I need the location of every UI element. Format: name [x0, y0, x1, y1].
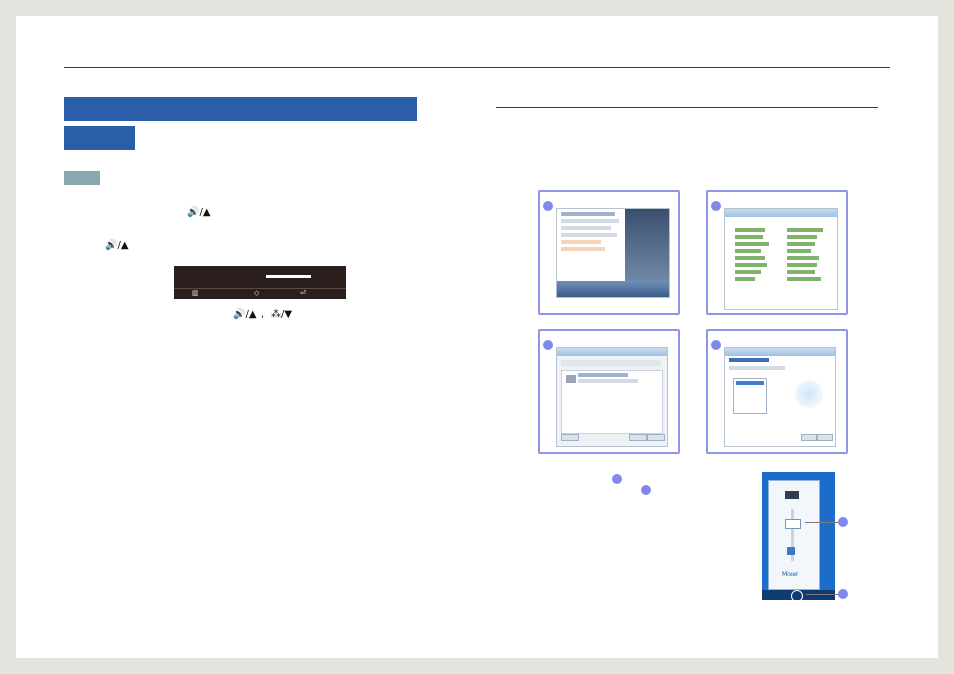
callout-line: [805, 522, 839, 523]
volume-tray-icon[interactable]: [791, 590, 803, 602]
mixer-link[interactable]: Mixer: [782, 571, 798, 578]
speaker-diagram: [795, 380, 823, 408]
speaker-setup-screenshot: [724, 347, 836, 447]
note-badge: [64, 171, 100, 185]
device-icon: [785, 491, 799, 499]
section-subtitle-tab: [64, 126, 135, 150]
osd-divider: [174, 288, 346, 289]
step-marker: [641, 485, 651, 495]
section-title-bar: [64, 97, 417, 121]
subsection-rule: [496, 107, 878, 108]
step-marker: [543, 201, 553, 211]
volume-down-icon: ⁂/▼: [271, 309, 293, 320]
step-marker: [838, 517, 848, 527]
exit-icon: ⏎: [300, 289, 306, 297]
volume-up-icon: 🔊/▲: [233, 309, 257, 320]
step-panel-control-panel: [706, 190, 848, 315]
step-marker: [711, 201, 721, 211]
menu-icon: ▥: [192, 289, 199, 297]
osd-volume-bar: [266, 275, 311, 278]
control-panel-screenshot: [724, 208, 838, 310]
sound-dialog-screenshot: [556, 347, 668, 447]
step-panel-speaker-setup: [706, 329, 848, 454]
step-marker: [711, 340, 721, 350]
step-marker: [543, 340, 553, 350]
speaker-icon: [566, 375, 576, 383]
step-panel-start-menu: [538, 190, 680, 315]
separator-text: ,: [261, 309, 265, 320]
start-menu-screenshot: [556, 208, 670, 298]
step-marker: [838, 589, 848, 599]
step-panel-sound-dialog: [538, 329, 680, 454]
volume-mixer-screenshot: Mixer: [762, 472, 835, 602]
taskbar: [557, 281, 669, 297]
volume-up-icon: 🔊/▲: [187, 207, 211, 218]
adjust-icon: ◇: [254, 289, 260, 297]
speaker-icon: [787, 547, 795, 555]
header-rule: [64, 67, 890, 68]
volume-slider-thumb[interactable]: [785, 519, 801, 529]
page: 🔊/▲ 🔊/▲ ▥ ◇ ⏎ 🔊/▲ , ⁂/▼ Mixer: [16, 16, 938, 658]
step-marker: [612, 474, 622, 484]
osd-volume-display: ▥ ◇ ⏎: [174, 266, 346, 299]
volume-up-icon: 🔊/▲: [105, 240, 129, 251]
callout-line: [806, 594, 839, 595]
